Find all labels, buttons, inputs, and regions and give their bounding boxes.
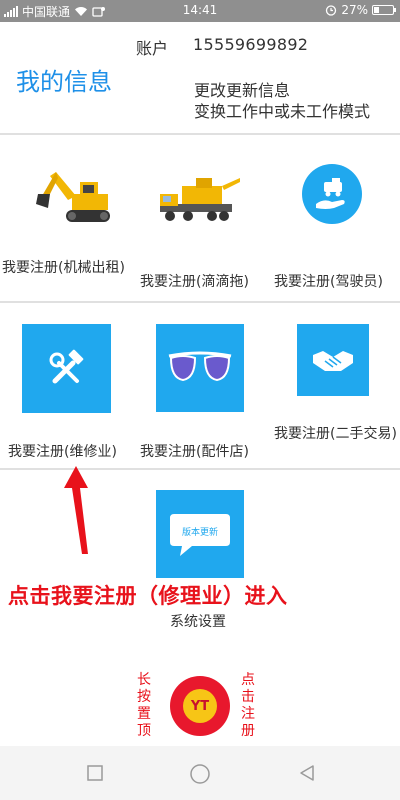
register-repair-label: 我要注册(维修业) [8, 444, 117, 460]
register-second-hand-label: 我要注册(二手交易) [274, 426, 397, 442]
long-press-pin-text: 长按置顶 [137, 672, 151, 739]
page-title: 我的信息 [16, 68, 112, 96]
register-machinery-rental[interactable]: 我要注册(机械出租) [0, 136, 133, 296]
home-icon[interactable] [189, 764, 211, 786]
register-second-hand[interactable]: 我要注册(二手交易) [268, 304, 400, 464]
register-didi-tow[interactable]: 我要注册(滴滴拖) [134, 136, 267, 296]
divider [0, 301, 400, 303]
tow-truck-icon [156, 174, 244, 234]
back-icon[interactable] [298, 764, 316, 782]
register-driver-label: 我要注册(驾驶员) [274, 274, 383, 290]
handshake-icon [297, 324, 369, 396]
alarm-icon [326, 5, 337, 16]
click-register-text: 点击注册 [241, 672, 255, 739]
status-bar: 中国联通 14:41 27% [0, 0, 400, 22]
register-parts-store[interactable]: 我要注册(配件店) [134, 304, 267, 464]
battery-percent: 27% [341, 3, 368, 17]
register-driver[interactable]: 我要注册(驾驶员) [268, 136, 400, 296]
wrench-hammer-icon [22, 324, 111, 413]
battery-icon [372, 5, 396, 15]
sunglasses-icon [156, 324, 244, 412]
red-arrow-icon [64, 466, 88, 554]
account-number: 15559699892 [193, 35, 309, 54]
register-parts-store-label: 我要注册(配件店) [140, 444, 249, 460]
yt-logo-button[interactable]: YT [170, 676, 230, 736]
update-info-link[interactable]: 更改更新信息 变换工作中或未工作模式 [194, 80, 370, 122]
account-label: 账户 [136, 39, 169, 58]
update-info-line1: 更改更新信息 [194, 81, 291, 100]
divider [0, 133, 400, 135]
register-didi-tow-label: 我要注册(滴滴拖) [140, 274, 249, 290]
update-info-line2: 变换工作中或未工作模式 [194, 102, 371, 121]
register-repair[interactable]: 我要注册(维修业) [0, 304, 133, 464]
chat-bubble-icon: 版本更新 [156, 490, 244, 578]
annotation-text: 点击我要注册（修理业）进入 [8, 584, 288, 608]
driver-hand-icon [302, 164, 362, 224]
recent-apps-icon[interactable] [86, 764, 104, 782]
register-machinery-rental-label: 我要注册(机械出租) [2, 260, 125, 276]
system-settings-label: 系统设置 [170, 614, 226, 630]
excavator-icon [28, 164, 118, 234]
navigation-bar [0, 746, 400, 800]
yt-logo: YT [183, 689, 217, 723]
chat-bubble-text: 版本更新 [182, 526, 218, 538]
